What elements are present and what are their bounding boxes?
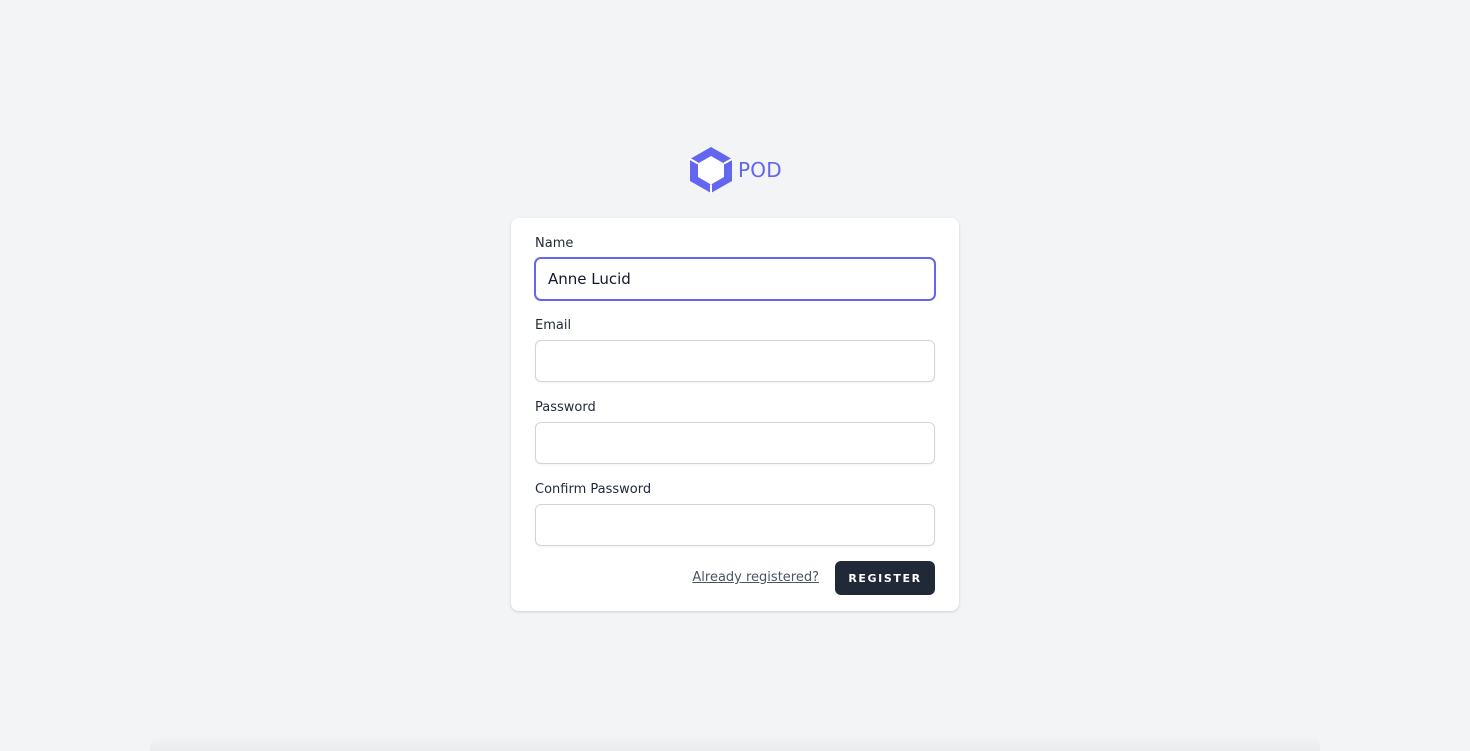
name-label: Name: [535, 236, 574, 251]
password-input[interactable]: [535, 422, 935, 464]
register-card: Name Email Password Confirm Password Alr…: [511, 218, 959, 611]
brand-logo[interactable]: POD: [688, 145, 782, 195]
brand-name: POD: [738, 158, 782, 182]
email-label: Email: [535, 318, 572, 333]
password-label: Password: [535, 400, 596, 415]
confirm-password-input[interactable]: [535, 504, 935, 546]
already-registered-link[interactable]: Already registered?: [692, 570, 819, 585]
email-input[interactable]: [535, 340, 935, 382]
confirm-password-label: Confirm Password: [535, 482, 652, 497]
hexagon-cube-logo-icon: [688, 146, 734, 194]
name-input[interactable]: [535, 258, 935, 300]
bottom-edge-shadow: [150, 735, 1320, 751]
register-page: POD Name Email Password Confirm Password…: [0, 0, 1470, 751]
register-button[interactable]: REGISTER: [835, 561, 935, 595]
